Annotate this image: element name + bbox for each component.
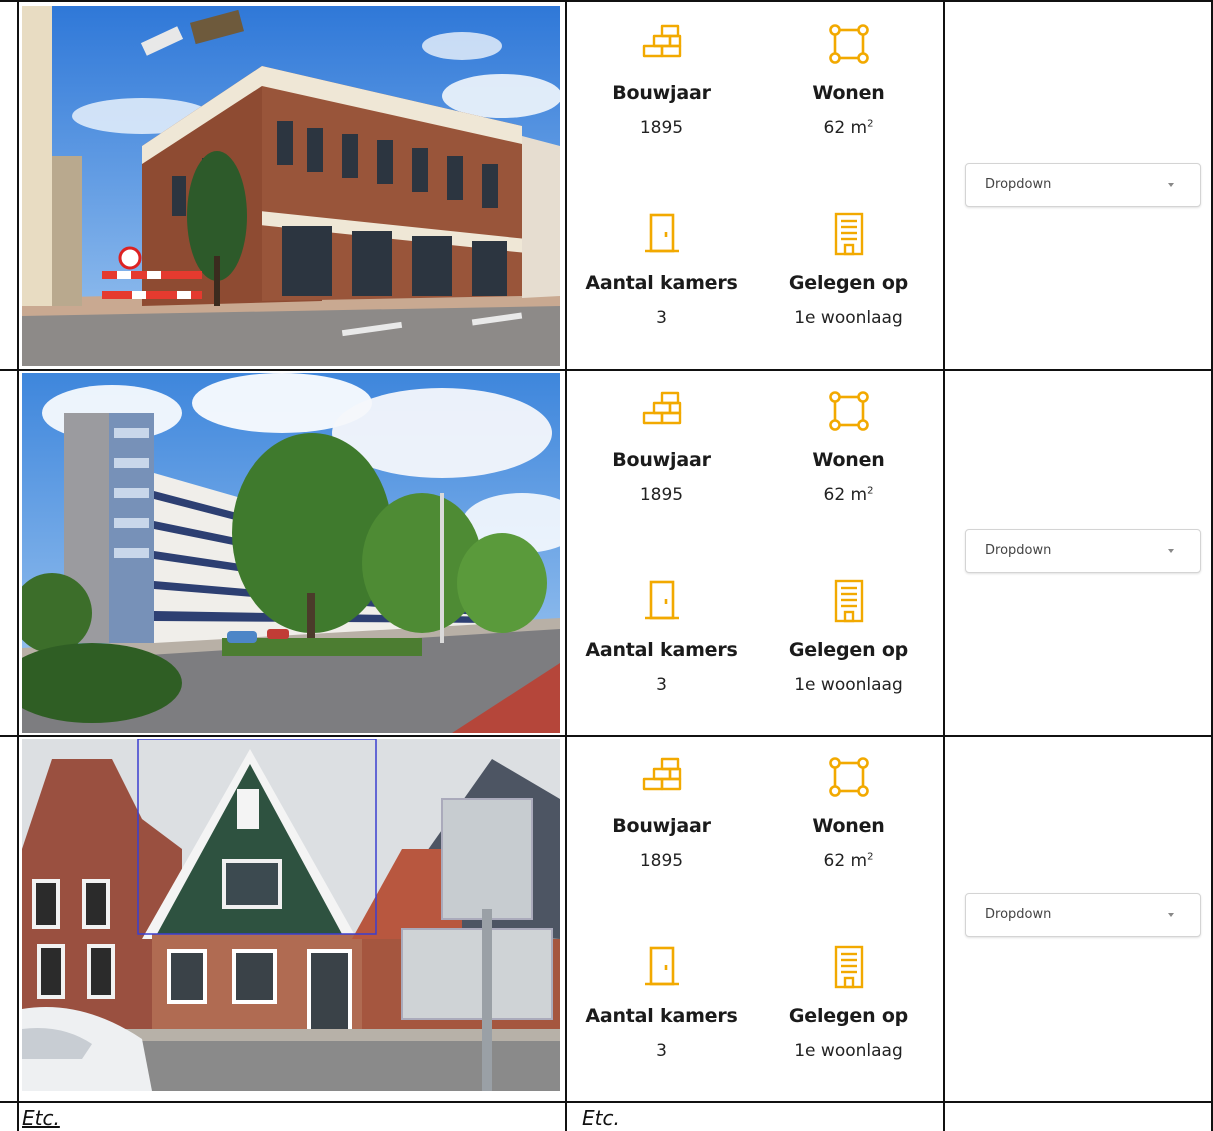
stat-gelegen-op: Gelegen op 1e woonlaag: [755, 945, 942, 1061]
stat-value-text: 1e woonlaag: [794, 1041, 903, 1061]
dropdown-3[interactable]: Dropdown: [965, 893, 1201, 937]
bricks-icon: [568, 389, 755, 433]
caret-down-icon: [1168, 183, 1174, 187]
door-icon: [568, 945, 755, 989]
stat-value-text: 1895: [639, 851, 684, 871]
stat-value-text: 1895: [639, 118, 684, 138]
stat-value-text: 62 m: [823, 485, 868, 505]
stat-value: 62 m2: [755, 118, 942, 138]
stat-wonen: Wonen 62 m2: [755, 389, 942, 505]
stat-value: 1e woonlaag: [755, 675, 942, 695]
stat-label: Bouwjaar: [612, 82, 711, 104]
bricks-icon: [568, 755, 755, 799]
caret-down-icon: [1168, 549, 1174, 553]
stat-value: 1895: [568, 851, 755, 871]
dropdown-1[interactable]: Dropdown: [965, 163, 1201, 207]
stat-label: Gelegen op: [788, 639, 909, 661]
col-line-3: [943, 0, 945, 1131]
stat-value: 3: [568, 308, 755, 328]
etc-link-col1[interactable]: Etc.: [22, 1106, 60, 1130]
stat-value: 1895: [568, 118, 755, 138]
stats-panel-3: Bouwjaar 1895 Wonen 62 m2 Aantal kamers 3 G…: [568, 739, 942, 1103]
dropdown-2[interactable]: Dropdown: [965, 529, 1201, 573]
stat-value: 3: [568, 675, 755, 695]
listing-photo-3[interactable]: [22, 739, 560, 1091]
stat-label: Wonen: [812, 449, 885, 471]
stats-panel-1: Bouwjaar 1895 Wonen 62 m2 Aantal kamers 3 G…: [568, 6, 942, 370]
stat-wonen: Wonen 62 m2: [755, 22, 942, 138]
stat-value-text: 3: [656, 1041, 667, 1061]
etc-text-col2: Etc.: [582, 1106, 620, 1130]
stat-value-text: 3: [656, 675, 667, 695]
caret-down-icon: [1168, 913, 1174, 917]
stat-value-text: 62 m: [823, 118, 868, 138]
stat-value-text: 1895: [639, 485, 684, 505]
stat-bouwjaar: Bouwjaar 1895: [568, 22, 755, 138]
door-icon: [568, 579, 755, 623]
stat-label: Aantal kamers: [585, 272, 738, 294]
stat-aantal-kamers: Aantal kamers 3: [568, 945, 755, 1061]
door-icon: [568, 212, 755, 256]
stat-value-text: 1e woonlaag: [794, 675, 903, 695]
building-icon: [755, 212, 942, 256]
listing-photo-1[interactable]: [22, 6, 560, 366]
stat-bouwjaar: Bouwjaar 1895: [568, 389, 755, 505]
building-icon: [755, 579, 942, 623]
stat-aantal-kamers: Aantal kamers 3: [568, 579, 755, 695]
stat-value-text: 3: [656, 308, 667, 328]
stat-value-superscript: 2: [867, 118, 874, 130]
floor-area-icon: [755, 22, 942, 66]
stat-label: Bouwjaar: [612, 815, 711, 837]
stat-bouwjaar: Bouwjaar 1895: [568, 755, 755, 871]
stat-label: Gelegen op: [788, 272, 909, 294]
stat-label: Aantal kamers: [585, 639, 738, 661]
row-line-top: [0, 0, 1213, 2]
bricks-icon: [568, 22, 755, 66]
floor-area-icon: [755, 389, 942, 433]
stat-value-superscript: 2: [867, 851, 874, 863]
stat-value: 1e woonlaag: [755, 308, 942, 328]
stat-value-text: 62 m: [823, 851, 868, 871]
stat-label: Aantal kamers: [585, 1005, 738, 1027]
stat-aantal-kamers: Aantal kamers 3: [568, 212, 755, 328]
stat-gelegen-op: Gelegen op 1e woonlaag: [755, 579, 942, 695]
stat-label: Gelegen op: [788, 1005, 909, 1027]
stat-value: 3: [568, 1041, 755, 1061]
stat-value: 1e woonlaag: [755, 1041, 942, 1061]
floor-area-icon: [755, 755, 942, 799]
stat-value-superscript: 2: [867, 485, 874, 497]
stat-label: Bouwjaar: [612, 449, 711, 471]
building-icon: [755, 945, 942, 989]
stat-gelegen-op: Gelegen op 1e woonlaag: [755, 212, 942, 328]
stat-label: Wonen: [812, 82, 885, 104]
stat-value: 1895: [568, 485, 755, 505]
stat-wonen: Wonen 62 m2: [755, 755, 942, 871]
col-line-left: [17, 0, 19, 1131]
dropdown-label: Dropdown: [985, 907, 1052, 922]
stat-value: 62 m2: [755, 851, 942, 871]
stat-value: 62 m2: [755, 485, 942, 505]
listing-photo-2[interactable]: [22, 373, 560, 733]
stats-panel-2: Bouwjaar 1895 Wonen 62 m2 Aantal kamers 3 G…: [568, 373, 942, 737]
stat-label: Wonen: [812, 815, 885, 837]
col-line-2: [565, 0, 567, 1131]
dropdown-label: Dropdown: [985, 543, 1052, 558]
dropdown-label: Dropdown: [985, 177, 1052, 192]
stat-value-text: 1e woonlaag: [794, 308, 903, 328]
